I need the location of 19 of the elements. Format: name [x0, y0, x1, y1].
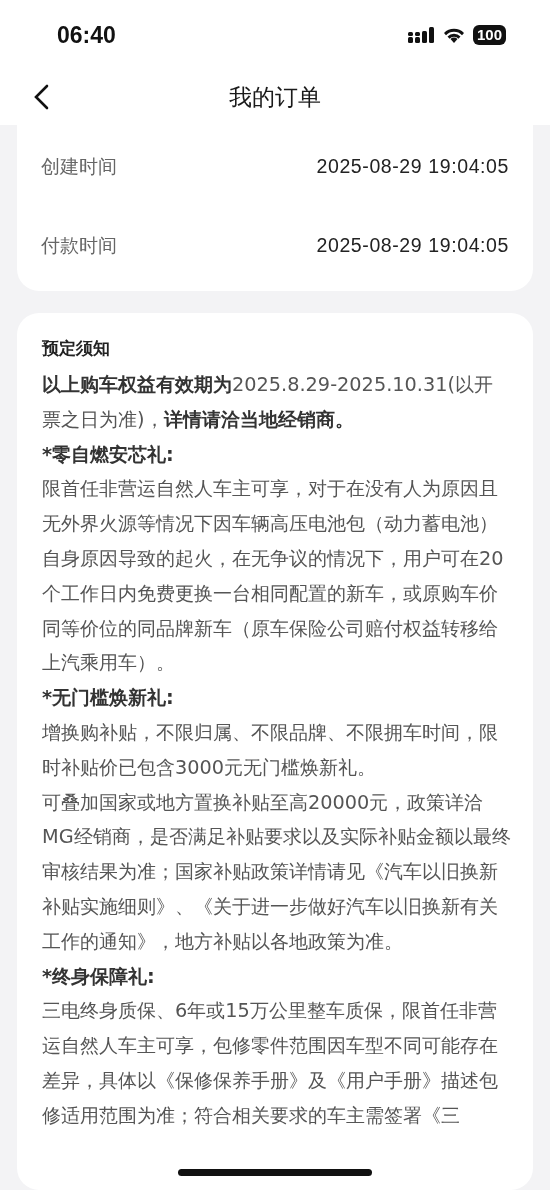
- paragraph: 增换购补贴，不限归属、不限品牌、不限拥车时间，限时补贴价已包含3000元无门槛焕新礼。: [42, 719, 499, 781]
- field-value: 2025-08-29 19:04:05: [316, 234, 509, 257]
- paragraph: 以上购车权益有效期为2025.8.29-2025.10.31(以开票之日为准)，详情请洽当地经销商。: [42, 372, 494, 433]
- field-label: 创建时间: [41, 153, 117, 179]
- back-icon[interactable]: [33, 84, 49, 110]
- battery-icon: 100: [472, 25, 506, 45]
- page-title: 我的订单: [229, 83, 321, 112]
- section-heading: *终身保障礼:: [42, 963, 156, 990]
- paragraph: 三电终身质保、6年或15万公里整车质保，限首任非营运自然人车主可享，包修零件范围因车型不同可能存在差异，具体以《保修保养手册》及《用户手册》描述包修适用范围为准；符合相关要求的车主需签署《三: [42, 998, 499, 1129]
- section-title: 预定须知: [42, 337, 111, 360]
- paragraph: 限首任非营运自然人车主可享，对于在没有人为原因且无外界火源等情况下因车辆高压电池包（动力蓄电池）自身原因导致的起火，在无争议的情况下，用户可在20个工作日内免费更换一台相同配置的新车，或原购车价同等价位的同品牌新车（原车保险公司赔付权益转移给上汽乘用车）。: [42, 476, 505, 677]
- field-label: 付款时间: [41, 232, 117, 258]
- paragraph: 可叠加国家或地方置换补贴至高20000元，政策详洽MG经销商，是否满足补贴要求以及实际补贴金额以最终审核结果为准；国家补贴政策详情请见《汽车以旧换新补贴实施细则》、《关于进一步做好汽车以旧换新有关工作的通知》，地方补贴以各地政策为准。: [42, 789, 511, 955]
- signal-icon: [407, 27, 435, 43]
- field-value: 2025-08-29 19:04:05: [316, 155, 509, 178]
- section-heading: *零自燃安芯礼:: [42, 441, 175, 468]
- status-time: 06:40: [57, 21, 116, 49]
- section-heading: *无门槛焕新礼:: [42, 685, 175, 712]
- wifi-icon: [442, 27, 465, 43]
